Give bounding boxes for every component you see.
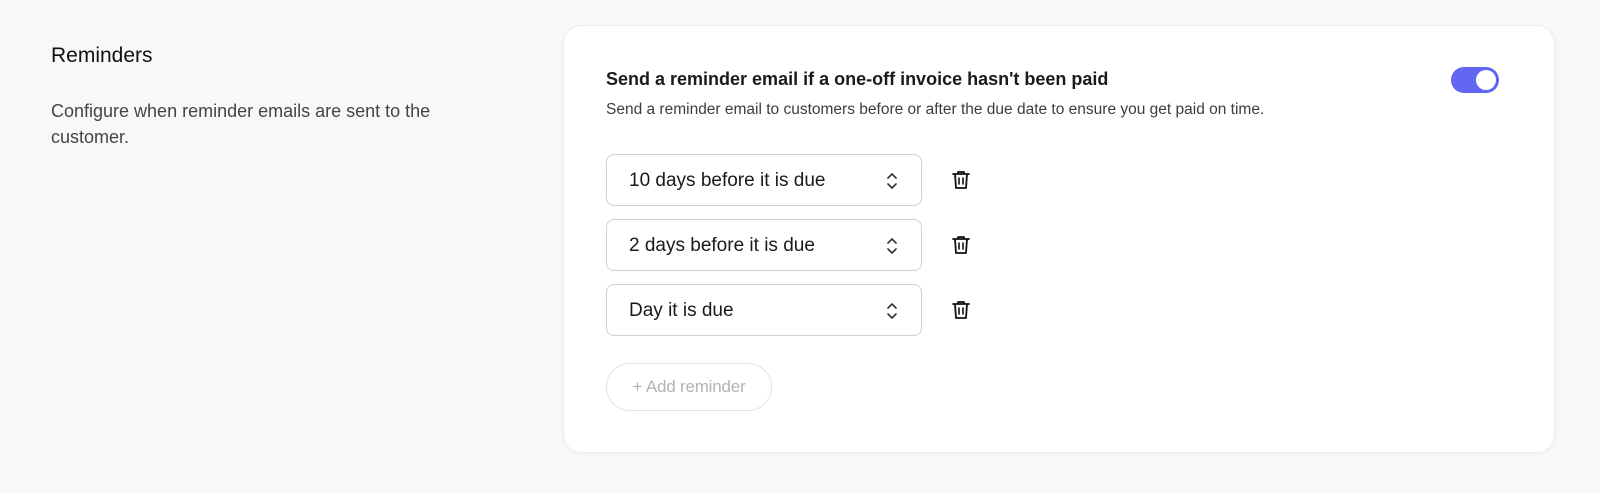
reminder-row: 2 days before it is due — [606, 219, 986, 271]
reminder-timing-value: 2 days before it is due — [629, 235, 815, 256]
reminder-timing-value: 10 days before it is due — [629, 170, 826, 191]
section-description: Configure when reminder emails are sent … — [51, 101, 431, 147]
reminders-settings-page: Reminders Configure when reminder emails… — [0, 0, 1600, 493]
reminder-timing-value: Day it is due — [629, 300, 734, 321]
reminder-row: Day it is due — [606, 284, 986, 336]
trash-icon[interactable] — [950, 169, 972, 191]
section-title: Reminders — [51, 44, 153, 67]
card-subtitle: Send a reminder email to customers befor… — [606, 101, 1265, 118]
chevron-up-down-icon — [887, 173, 897, 189]
reminder-settings-card: Send a reminder email if a one-off invoi… — [563, 25, 1555, 453]
trash-icon[interactable] — [950, 299, 972, 321]
section-intro: Reminders Configure when reminder emails… — [51, 40, 491, 150]
toggle-knob — [1476, 70, 1496, 90]
chevron-up-down-icon — [887, 238, 897, 254]
trash-icon[interactable] — [950, 234, 972, 256]
reminder-timing-select[interactable]: 10 days before it is due — [606, 154, 922, 206]
card-title: Send a reminder email if a one-off invoi… — [606, 69, 1109, 89]
reminder-enabled-toggle[interactable] — [1451, 67, 1499, 93]
chevron-up-down-icon — [887, 303, 897, 319]
reminder-timing-select[interactable]: Day it is due — [606, 284, 922, 336]
reminder-timing-select[interactable]: 2 days before it is due — [606, 219, 922, 271]
add-reminder-button[interactable]: + Add reminder — [606, 363, 772, 411]
reminder-row: 10 days before it is due — [606, 154, 986, 206]
